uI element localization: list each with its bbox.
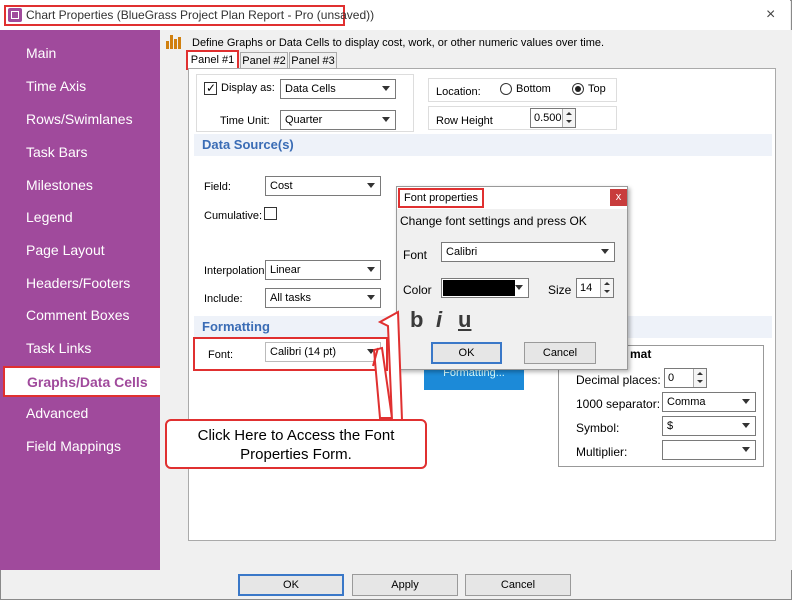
callout-arrows	[372, 310, 404, 421]
cancel-button[interactable]: Cancel	[465, 574, 571, 596]
callout-box: Click Here to Access the Font Properties…	[165, 419, 427, 469]
apply-button[interactable]: Apply	[352, 574, 458, 596]
ok-button[interactable]: OK	[238, 574, 344, 596]
